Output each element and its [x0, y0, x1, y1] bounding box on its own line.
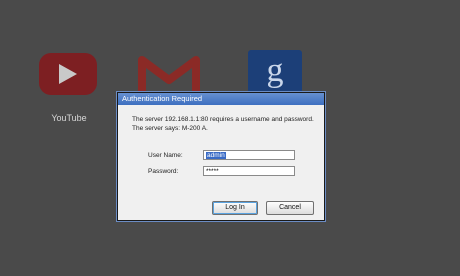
dialog-message: The server 192.168.1.1:80 requires a use…	[132, 115, 322, 133]
username-label: User Name:	[148, 152, 183, 159]
youtube-label: YouTube	[51, 113, 87, 123]
auth-dialog: Authentication Required The server 192.1…	[117, 92, 325, 221]
password-label: Password:	[148, 168, 179, 175]
password-field[interactable]: *****	[203, 166, 295, 176]
message-line-1: The server 192.168.1.1:80 requires a use…	[132, 116, 314, 123]
message-line-2: The server says: M-200 A.	[132, 125, 208, 132]
play-icon	[59, 64, 77, 84]
dialog-title: Authentication Required	[118, 93, 324, 105]
username-field[interactable]: admin	[203, 150, 295, 160]
username-value: admin	[206, 152, 226, 159]
login-button[interactable]: Log In	[212, 201, 258, 215]
cancel-button[interactable]: Cancel	[266, 201, 314, 215]
gmail-tile[interactable]	[138, 54, 200, 96]
username-row: User Name:	[148, 152, 203, 159]
youtube-tile[interactable]	[39, 53, 97, 95]
google-tile[interactable]: g	[248, 50, 302, 96]
gmail-icon	[138, 56, 200, 94]
password-value: *****	[206, 168, 219, 175]
google-g-icon: g	[266, 52, 284, 89]
password-row: Password:	[148, 168, 203, 175]
dialog-body: The server 192.168.1.1:80 requires a use…	[118, 105, 324, 220]
